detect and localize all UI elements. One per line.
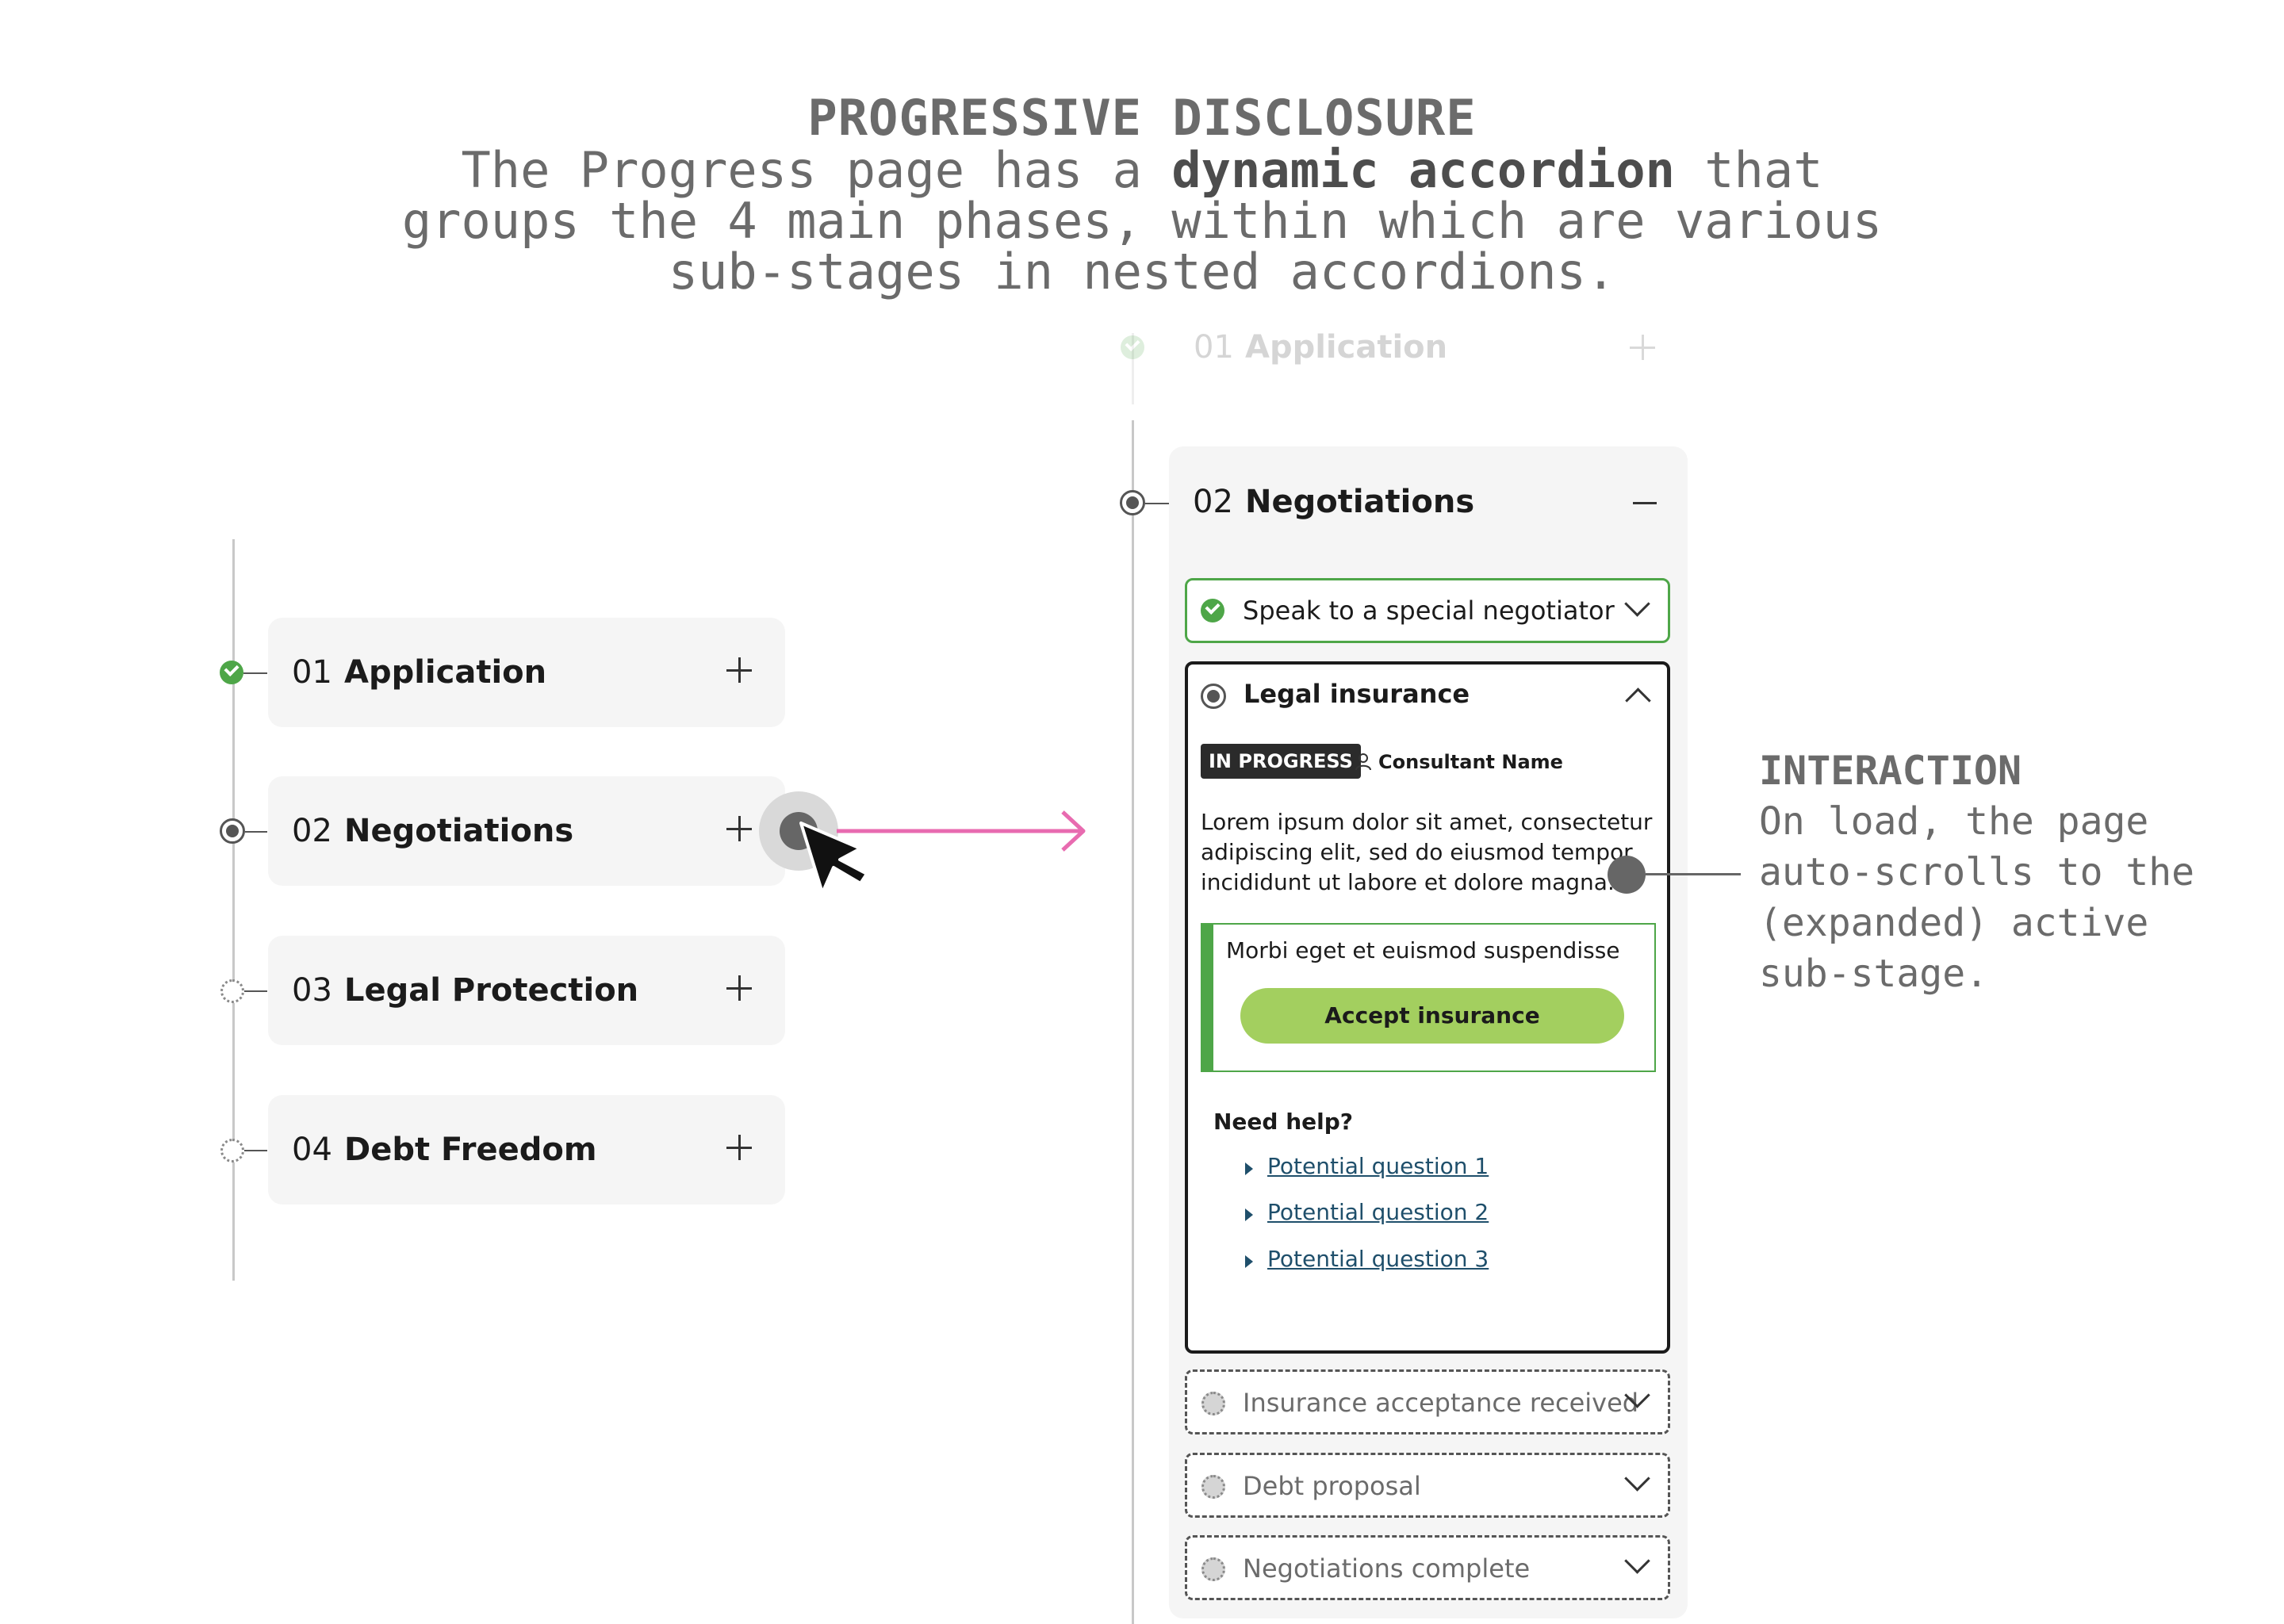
plus-icon xyxy=(1628,333,1657,362)
substage-label: Legal insurance xyxy=(1244,679,1470,709)
phase-number: 03 xyxy=(292,972,332,1009)
annotation-line-2: groups the 4 main phases, within which a… xyxy=(401,192,1883,250)
plus-icon[interactable] xyxy=(725,974,753,1002)
chevron-down-icon[interactable] xyxy=(1624,591,1650,617)
description-line: incididunt ut labore et dolore magna. xyxy=(1201,869,1615,895)
status-pending-icon xyxy=(220,979,244,1003)
status-complete-icon xyxy=(1121,335,1144,359)
chevron-down-icon[interactable] xyxy=(1624,1465,1650,1492)
interaction-title: INTERACTION xyxy=(1759,748,2022,794)
substage-debt-proposal[interactable]: Debt proposal xyxy=(1185,1453,1670,1518)
status-pending-icon xyxy=(1201,1557,1225,1581)
need-help-title: Need help? xyxy=(1213,1109,1354,1135)
phase-connector xyxy=(1145,503,1169,504)
status-complete-icon xyxy=(220,661,243,684)
callout-text: Morbi eget et euismod suspendisse xyxy=(1226,937,1620,963)
substage-speak-to-negotiator[interactable]: Speak to a special negotiator xyxy=(1185,578,1670,643)
accept-insurance-button-label: Accept insurance xyxy=(1324,1002,1540,1028)
substage-label: Speak to a special negotiator xyxy=(1243,596,1615,626)
annotation-line-1-post: that xyxy=(1674,141,1823,199)
left-timeline-line xyxy=(232,539,235,1281)
annotation-line-3: sub-stages in nested accordions. xyxy=(668,243,1616,301)
status-active-icon xyxy=(220,818,245,844)
collapse-icon[interactable] xyxy=(1633,502,1657,504)
caret-right-icon xyxy=(1245,1162,1253,1175)
status-active-icon xyxy=(1120,490,1145,515)
phase-name: Negotiations xyxy=(1245,484,1475,520)
phase-number: 04 xyxy=(292,1132,332,1168)
substage-insurance-acceptance[interactable]: Insurance acceptance received xyxy=(1185,1369,1670,1434)
help-question-link[interactable]: Potential question 1 xyxy=(1267,1153,1489,1179)
faded-phase-application: 01 Application xyxy=(1121,325,1692,396)
plus-icon[interactable] xyxy=(725,814,753,843)
status-pending-icon xyxy=(1201,1392,1225,1415)
caret-right-icon xyxy=(1245,1255,1253,1268)
status-pending-icon xyxy=(220,1139,244,1162)
caret-right-icon xyxy=(1245,1208,1253,1221)
annotation-title: PROGRESSIVE DISCLOSURE xyxy=(807,89,1477,147)
phase-connector xyxy=(244,1150,267,1151)
annotation-line-1: The Progress page has a dynamic accordio… xyxy=(0,145,2284,196)
phase-card-application[interactable]: 01 Application xyxy=(268,618,785,727)
interaction-line: sub-stage. xyxy=(1759,952,1988,996)
consultant-name: Consultant Name xyxy=(1378,751,1563,773)
phase-connector xyxy=(245,831,267,833)
phase-number: 02 xyxy=(1193,484,1233,520)
substage-description: Lorem ipsum dolor sit amet, consectetur … xyxy=(1201,807,1661,898)
status-badge: IN PROGRESS xyxy=(1201,744,1361,779)
chevron-down-icon[interactable] xyxy=(1624,1548,1650,1574)
status-active-icon xyxy=(1201,684,1226,709)
interaction-line: On load, the page xyxy=(1759,799,2149,844)
phase-number: 01 xyxy=(1194,329,1234,366)
header-annotation: PROGRESSIVE DISCLOSURE The Progress page… xyxy=(0,91,2284,297)
insurance-callout: Morbi eget et euismod suspendisse Accept… xyxy=(1201,923,1656,1072)
phase-name: Negotiations xyxy=(344,813,574,849)
substage-label: Negotiations complete xyxy=(1243,1553,1531,1584)
phase-name: Application xyxy=(1245,329,1448,366)
phase-connector xyxy=(244,990,267,992)
plus-icon[interactable] xyxy=(725,1133,753,1162)
interaction-line: (expanded) active xyxy=(1759,901,2149,945)
person-icon xyxy=(1355,753,1371,771)
phase-card-negotiations[interactable]: 02 Negotiations xyxy=(268,776,785,886)
description-line: adipiscing elit, sed do eiusmod tempor xyxy=(1201,839,1633,865)
help-question-link[interactable]: Potential question 3 xyxy=(1267,1246,1489,1272)
substage-negotiations-complete[interactable]: Negotiations complete xyxy=(1185,1535,1670,1600)
annotation-line-1-bold: dynamic accordion xyxy=(1171,141,1675,199)
description-line: Lorem ipsum dolor sit amet, consectetur xyxy=(1201,809,1653,835)
plus-icon[interactable] xyxy=(725,656,753,684)
status-complete-icon xyxy=(1201,599,1224,622)
accept-insurance-button[interactable]: Accept insurance xyxy=(1240,988,1624,1044)
status-pending-icon xyxy=(1201,1475,1225,1499)
phase-name: Debt Freedom xyxy=(344,1132,597,1168)
interaction-line: auto-scrolls to the xyxy=(1759,850,2195,894)
phase-card-debt-freedom[interactable]: 04 Debt Freedom xyxy=(268,1095,785,1205)
substage-label: Debt proposal xyxy=(1243,1471,1421,1501)
phase-name: Application xyxy=(344,654,547,691)
phase-name: Legal Protection xyxy=(344,972,639,1009)
phase-number: 02 xyxy=(292,813,332,849)
status-badge-label: IN PROGRESS xyxy=(1209,750,1353,772)
help-question-link[interactable]: Potential question 2 xyxy=(1267,1199,1489,1225)
substage-label: Insurance acceptance received xyxy=(1243,1388,1639,1418)
interaction-pointer-dot xyxy=(1608,856,1646,894)
right-timeline-line xyxy=(1132,420,1134,1624)
click-indicator xyxy=(759,791,1086,894)
annotation-line-1-pre: The Progress page has a xyxy=(461,141,1172,199)
phase-number: 01 xyxy=(292,654,332,691)
phase-card-legal-protection[interactable]: 03 Legal Protection xyxy=(268,936,785,1045)
interaction-annotation: INTERACTION On load, the page auto-scrol… xyxy=(1759,745,2194,999)
chevron-up-icon[interactable] xyxy=(1625,688,1651,714)
interaction-pointer-line xyxy=(1646,873,1741,875)
phase-connector xyxy=(243,672,267,674)
